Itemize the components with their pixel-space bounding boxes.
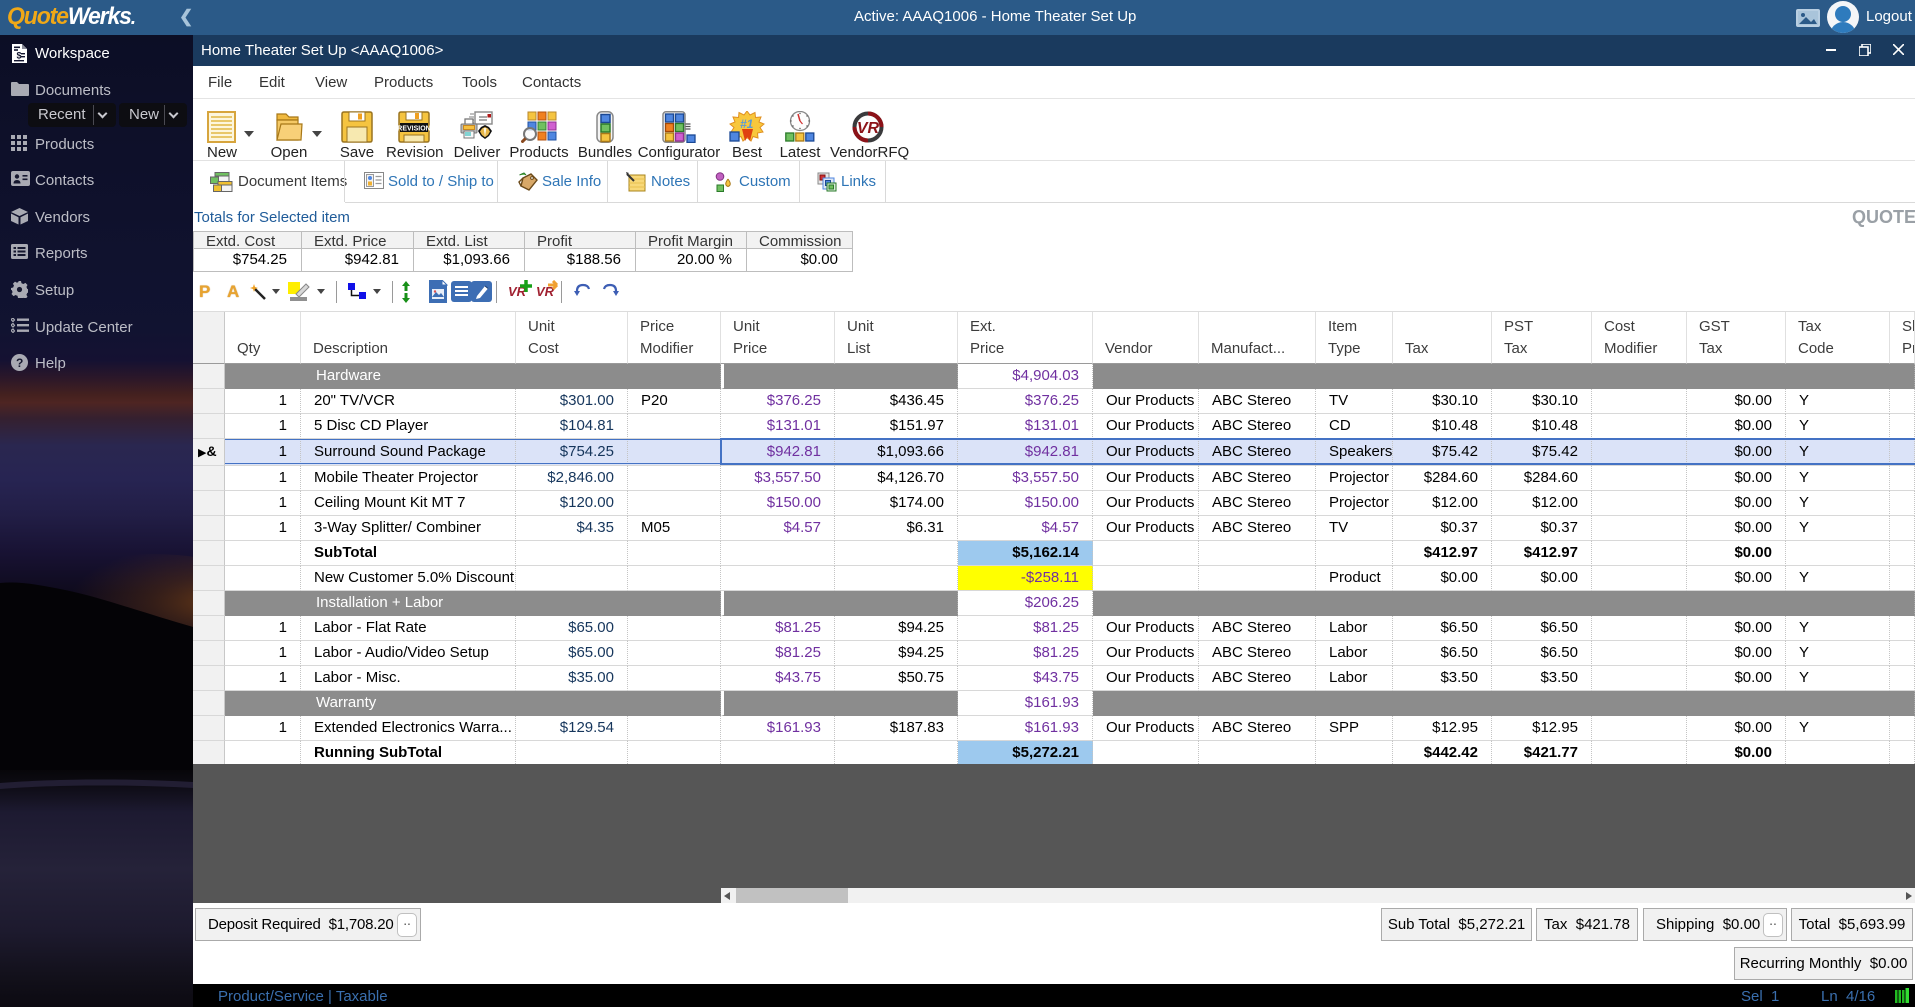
- svg-text:$: $: [17, 51, 22, 61]
- svg-text:REVISION: REVISION: [398, 126, 430, 133]
- svg-text:?: ?: [16, 356, 23, 370]
- svg-text:#1: #1: [740, 117, 754, 131]
- svg-text:VR: VR: [857, 120, 880, 137]
